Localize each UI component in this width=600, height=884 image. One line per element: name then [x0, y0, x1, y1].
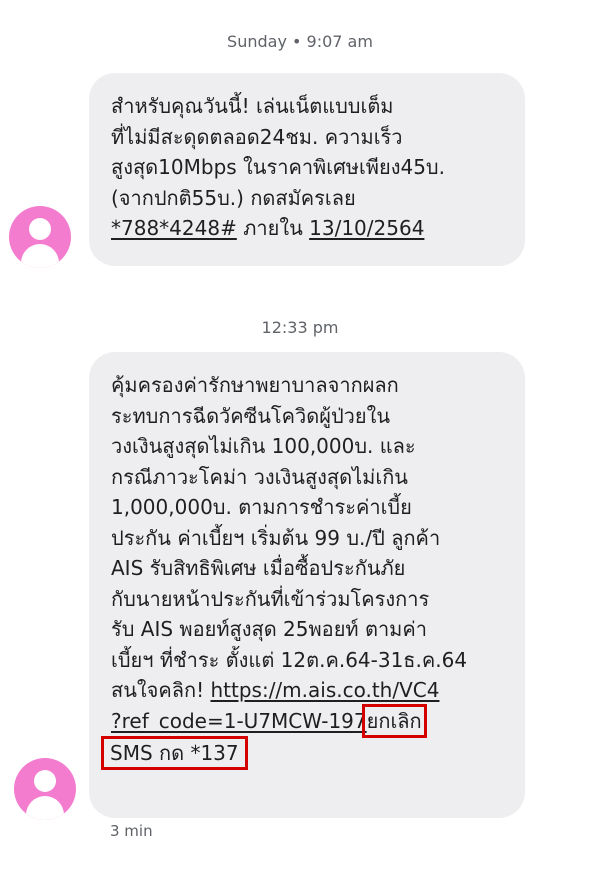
message-line: รับ AIS พอยท์สูงสุด 25พอยท์ ตามค่า: [111, 617, 427, 641]
message-line: ระทบการฉีดวัคซีนโควิดผู้ป่วยใน: [111, 403, 391, 428]
message-line: SMS กด *137: [101, 736, 507, 770]
sender-avatar[interactable]: [9, 206, 71, 268]
person-icon-body: [26, 796, 64, 820]
cancel-highlight: ยกเลิก: [361, 703, 427, 738]
message-line: สำหรับคุณวันนี้! เล่นเน็ตแบบเต็ม: [111, 94, 394, 118]
person-icon: [34, 770, 56, 792]
date-link[interactable]: 13/10/2564: [309, 216, 424, 240]
message-line: คุ้มครองค่ารักษาพยาบาลจากผลก: [111, 373, 399, 397]
message-bubble[interactable]: สำหรับคุณวันนี้! เล่นเน็ตแบบเต็ม ที่ไม่ม…: [89, 73, 525, 266]
message-line: เบี้ยฯ ที่ชำระ ตั้งแต่ 12ต.ค.64-31ธ.ค.64: [111, 647, 468, 672]
within-text: ภายใน: [243, 216, 303, 240]
message-line: ประกัน ค่าเบี้ยฯ เริ่มต้น 99 บ./ปี ลูกค้…: [111, 525, 441, 550]
url-link[interactable]: https://m.ais.co.th/VC4: [210, 678, 439, 702]
message-line: ?ref_code=1-U7MCW-197ยกเลิก: [111, 703, 507, 738]
message-line: (จากปกติ55บ.) กดสมัครเลย: [111, 185, 356, 210]
person-icon-body: [21, 244, 59, 268]
message-line: สูงสุด10Mbps ในราคาพิเศษเพียง45บ.: [111, 155, 445, 179]
message-line: วงเงินสูงสุดไม่เกิน 100,000บ. และ: [111, 434, 416, 458]
message-line: สนใจคลิก! https://m.ais.co.th/VC4: [111, 675, 507, 706]
message-line: กับนายหน้าประกันที่เข้าร่วมโครงการ: [111, 586, 430, 611]
message-thread: Sunday • 9:07 am สำหรับคุณวันนี้! เล่นเน…: [0, 0, 600, 884]
message-bubble[interactable]: คุ้มครองค่ารักษาพยาบาลจากผลก ระทบการฉีดว…: [89, 352, 525, 818]
url-link-continued[interactable]: ?ref_code=1-U7MCW-197: [111, 709, 367, 733]
message-line: AIS รับสิทธิพิเศษ เมื่อซื้อประกันภัย: [111, 556, 406, 580]
person-icon: [29, 218, 51, 240]
message-line: กรณีภาวะโคม่า วงเงินสูงสุดไม่เกิน: [111, 464, 408, 489]
message-line: 1,000,000บ. ตามการชำระค่าเบี้ย: [111, 495, 412, 519]
sender-avatar[interactable]: [14, 758, 76, 820]
link-prefix: สนใจคลิก!: [111, 678, 205, 702]
sms-cancel-highlight: SMS กด *137: [101, 736, 248, 770]
message-line: ที่ไม่มีสะดุดตลอด24ชม. ความเร็ว: [111, 124, 403, 149]
message-time-ago: 3 min: [110, 822, 153, 840]
ussd-code-link[interactable]: *788*4248#: [111, 216, 237, 240]
timestamp-divider: Sunday • 9:07 am: [227, 32, 373, 51]
timestamp-divider: 12:33 pm: [261, 318, 339, 337]
message-line: *788*4248# ภายใน 13/10/2564: [111, 213, 507, 244]
